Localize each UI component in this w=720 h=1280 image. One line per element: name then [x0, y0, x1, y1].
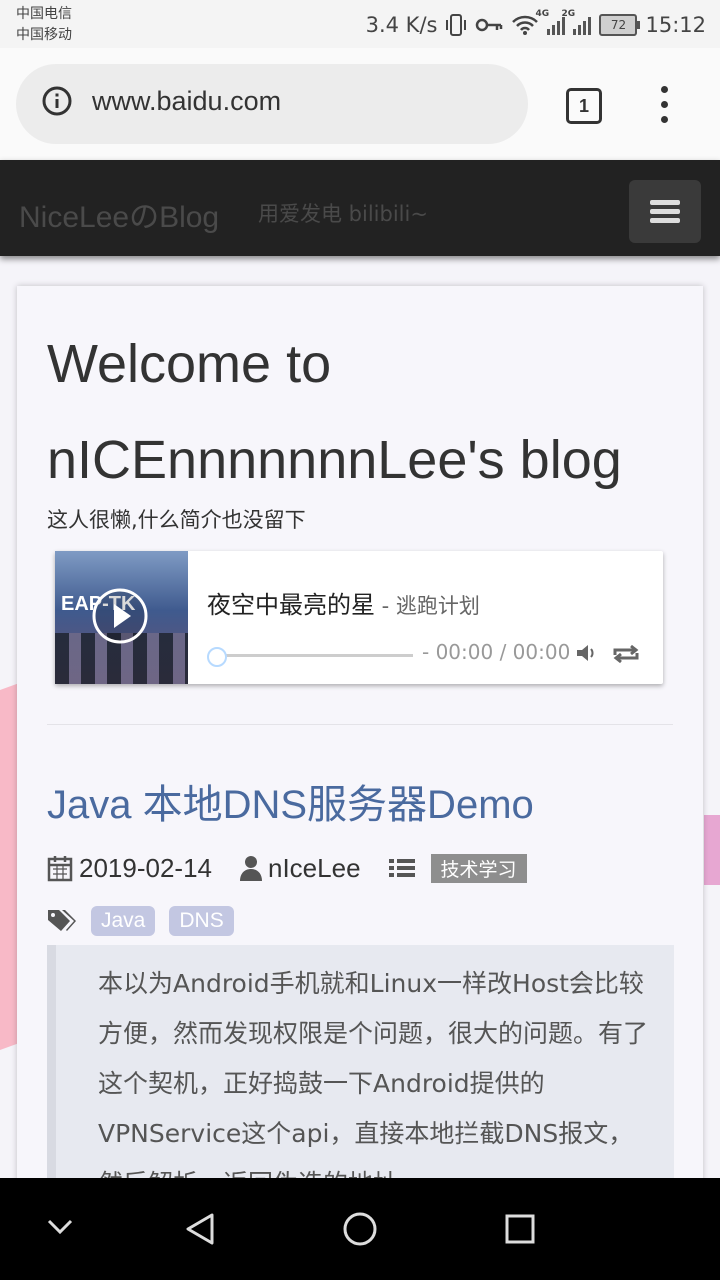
site-navbar: NiceLeeのBlog 用爱发电 bilibili~ — [0, 160, 720, 256]
network-speed: 3.4 K/s — [365, 13, 438, 37]
volume-icon[interactable] — [575, 641, 599, 665]
user-icon — [240, 856, 262, 881]
clock: 15:12 — [645, 13, 706, 37]
tags-icon — [48, 910, 76, 931]
battery-icon: 72 — [599, 14, 641, 36]
tag-java[interactable]: Java — [91, 906, 156, 936]
recents-icon[interactable] — [505, 1214, 535, 1244]
category-badge[interactable]: 技术学习 — [430, 853, 527, 883]
post-tags: Java DNS — [47, 904, 234, 938]
content-card: Welcome to nICEnnnnnnnLee's blog 这人很懒,什么… — [17, 286, 703, 1205]
progress-handle[interactable] — [207, 647, 227, 667]
collapse-icon[interactable] — [46, 1218, 74, 1236]
signal-2g-icon: 2G — [561, 9, 592, 35]
vibrate-icon — [446, 14, 467, 36]
home-icon[interactable] — [343, 1212, 377, 1246]
section-divider — [47, 724, 673, 725]
loop-icon[interactable] — [611, 643, 641, 665]
song-artist: - 逃跑计划 — [375, 594, 480, 618]
url-text[interactable]: www.baidu.com — [92, 86, 281, 117]
key-icon — [476, 18, 503, 32]
progress-bar[interactable] — [217, 654, 413, 657]
list-icon — [388, 859, 415, 877]
browser-menu-button[interactable] — [656, 86, 672, 126]
post-excerpt: 本以为Android手机就和Linux一样改Host会比较方便，然而发现权限是个… — [47, 945, 674, 1205]
post-title-link[interactable]: Java 本地DNS服务器Demo — [47, 772, 534, 830]
site-tagline: 用爱发电 bilibili~ — [258, 202, 428, 226]
song-info: 夜空中最亮的星 - 逃跑计划 — [207, 585, 480, 620]
post-excerpt-text: 本以为Android手机就和Linux一样改Host会比较方便，然而发现权限是个… — [98, 969, 649, 1198]
system-navigation-bar — [0, 1178, 720, 1280]
nav-toggle-button[interactable] — [629, 180, 701, 243]
album-cover[interactable]: EAP-TK — [55, 551, 188, 684]
address-bar[interactable]: www.baidu.com — [16, 64, 528, 144]
post-date: 2019-02-14 — [79, 852, 212, 883]
play-time: - 00:00 / 00:00 — [422, 640, 571, 664]
status-bar: 中国电信 中国移动 3.4 K/s 4G 2G 72 15:12 — [0, 0, 720, 48]
carrier-1: 中国电信 — [16, 6, 72, 22]
post-meta: 2019-02-14 nIceLee 技术学习 — [47, 852, 527, 884]
play-icon[interactable] — [91, 587, 149, 645]
song-title: 夜空中最亮的星 — [207, 591, 375, 619]
calendar-icon — [47, 856, 73, 882]
status-indicators: 3.4 K/s 4G 2G 72 15:12 — [366, 8, 706, 42]
carrier-info: 中国电信 中国移动 — [16, 4, 72, 46]
site-description: 这人很懒,什么简介也没留下 — [47, 508, 306, 532]
post-author[interactable]: nIceLee — [268, 853, 361, 884]
tab-switcher-button[interactable]: 1 — [566, 88, 602, 124]
site-brand[interactable]: NiceLeeのBlog — [19, 192, 219, 236]
music-player: EAP-TK 夜空中最亮的星 - 逃跑计划 - 00:00 / 00:00 — [55, 551, 663, 684]
page-title: Welcome to nICEnnnnnnnLee's blog — [47, 334, 622, 490]
background-decoration-right — [704, 815, 720, 885]
carrier-2: 中国移动 — [16, 27, 72, 43]
tag-dns[interactable]: DNS — [169, 906, 234, 936]
browser-toolbar: www.baidu.com 1 — [0, 48, 720, 160]
back-icon[interactable] — [184, 1212, 216, 1246]
info-icon[interactable] — [42, 86, 72, 116]
